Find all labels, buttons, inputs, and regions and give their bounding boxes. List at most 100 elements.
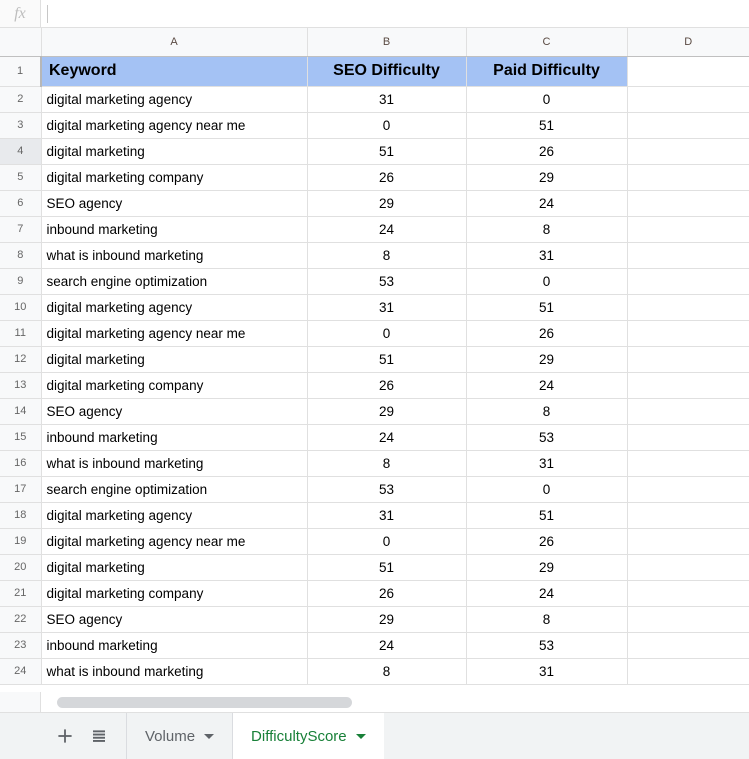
select-all-corner[interactable] — [0, 28, 41, 56]
cell-c2[interactable]: 0 — [466, 86, 627, 112]
cell-c5[interactable]: 29 — [466, 164, 627, 190]
row-header-9[interactable]: 9 — [0, 268, 41, 294]
cell-b21[interactable]: 26 — [307, 580, 466, 606]
add-sheet-button[interactable] — [48, 719, 82, 753]
row-header-24[interactable]: 24 — [0, 658, 41, 684]
cell-d19[interactable] — [627, 528, 749, 554]
cell-d14[interactable] — [627, 398, 749, 424]
cell-b9[interactable]: 53 — [307, 268, 466, 294]
row-header-2[interactable]: 2 — [0, 86, 41, 112]
cell-a10[interactable]: digital marketing agency — [41, 294, 307, 320]
cell-c10[interactable]: 51 — [466, 294, 627, 320]
row-header-10[interactable]: 10 — [0, 294, 41, 320]
cell-d7[interactable] — [627, 216, 749, 242]
cell-a1[interactable]: Keyword — [41, 56, 307, 86]
row-header-4[interactable]: 4 — [0, 138, 41, 164]
cell-a4[interactable]: digital marketing — [41, 138, 307, 164]
cell-a9[interactable]: search engine optimization — [41, 268, 307, 294]
row-header-17[interactable]: 17 — [0, 476, 41, 502]
column-header-b[interactable]: B — [307, 28, 466, 56]
cell-c22[interactable]: 8 — [466, 606, 627, 632]
row-header-22[interactable]: 22 — [0, 606, 41, 632]
column-header-a[interactable]: A — [41, 28, 307, 56]
cell-a20[interactable]: digital marketing — [41, 554, 307, 580]
cell-d18[interactable] — [627, 502, 749, 528]
cell-d5[interactable] — [627, 164, 749, 190]
chevron-down-icon[interactable] — [204, 734, 214, 739]
cell-c1[interactable]: Paid Difficulty — [466, 56, 627, 86]
cell-a21[interactable]: digital marketing company — [41, 580, 307, 606]
cell-c24[interactable]: 31 — [466, 658, 627, 684]
all-sheets-button[interactable] — [82, 719, 116, 753]
row-header-12[interactable]: 12 — [0, 346, 41, 372]
cell-b19[interactable]: 0 — [307, 528, 466, 554]
row-header-15[interactable]: 15 — [0, 424, 41, 450]
cell-b15[interactable]: 24 — [307, 424, 466, 450]
formula-input[interactable] — [41, 0, 749, 27]
cell-a18[interactable]: digital marketing agency — [41, 502, 307, 528]
cell-c3[interactable]: 51 — [466, 112, 627, 138]
sheet-tab-difficultyscore[interactable]: DifficultyScore — [233, 713, 384, 759]
cell-c18[interactable]: 51 — [466, 502, 627, 528]
cell-b16[interactable]: 8 — [307, 450, 466, 476]
cell-b10[interactable]: 31 — [307, 294, 466, 320]
cell-a15[interactable]: inbound marketing — [41, 424, 307, 450]
cell-c13[interactable]: 24 — [466, 372, 627, 398]
cell-d11[interactable] — [627, 320, 749, 346]
row-header-5[interactable]: 5 — [0, 164, 41, 190]
sheet-tab-volume[interactable]: Volume — [127, 713, 233, 759]
cell-b2[interactable]: 31 — [307, 86, 466, 112]
cell-c7[interactable]: 8 — [466, 216, 627, 242]
cell-b24[interactable]: 8 — [307, 658, 466, 684]
cell-b17[interactable]: 53 — [307, 476, 466, 502]
cell-b7[interactable]: 24 — [307, 216, 466, 242]
cell-c9[interactable]: 0 — [466, 268, 627, 294]
cell-d10[interactable] — [627, 294, 749, 320]
cell-a16[interactable]: what is inbound marketing — [41, 450, 307, 476]
cell-c19[interactable]: 26 — [466, 528, 627, 554]
cell-a7[interactable]: inbound marketing — [41, 216, 307, 242]
cell-d6[interactable] — [627, 190, 749, 216]
cell-d13[interactable] — [627, 372, 749, 398]
cell-d23[interactable] — [627, 632, 749, 658]
cell-c4[interactable]: 26 — [466, 138, 627, 164]
cell-b23[interactable]: 24 — [307, 632, 466, 658]
cell-d4[interactable] — [627, 138, 749, 164]
cell-c12[interactable]: 29 — [466, 346, 627, 372]
cell-c17[interactable]: 0 — [466, 476, 627, 502]
row-header-7[interactable]: 7 — [0, 216, 41, 242]
cell-d21[interactable] — [627, 580, 749, 606]
row-header-14[interactable]: 14 — [0, 398, 41, 424]
cell-b8[interactable]: 8 — [307, 242, 466, 268]
cell-d1[interactable] — [627, 56, 749, 86]
cell-b20[interactable]: 51 — [307, 554, 466, 580]
cell-b22[interactable]: 29 — [307, 606, 466, 632]
cell-b14[interactable]: 29 — [307, 398, 466, 424]
function-button[interactable]: fx — [0, 0, 41, 27]
row-header-6[interactable]: 6 — [0, 190, 41, 216]
cell-a8[interactable]: what is inbound marketing — [41, 242, 307, 268]
row-header-16[interactable]: 16 — [0, 450, 41, 476]
cell-d12[interactable] — [627, 346, 749, 372]
cell-a23[interactable]: inbound marketing — [41, 632, 307, 658]
column-header-d[interactable]: D — [627, 28, 749, 56]
cell-a3[interactable]: digital marketing agency near me — [41, 112, 307, 138]
cell-b18[interactable]: 31 — [307, 502, 466, 528]
cell-a6[interactable]: SEO agency — [41, 190, 307, 216]
spreadsheet-grid[interactable]: A B C D 1 Keyword SEO Difficulty Paid Di… — [0, 28, 749, 692]
cell-d15[interactable] — [627, 424, 749, 450]
row-header-1[interactable]: 1 — [0, 56, 41, 86]
cell-b12[interactable]: 51 — [307, 346, 466, 372]
row-header-21[interactable]: 21 — [0, 580, 41, 606]
cell-c20[interactable]: 29 — [466, 554, 627, 580]
cell-a17[interactable]: search engine optimization — [41, 476, 307, 502]
cell-a22[interactable]: SEO agency — [41, 606, 307, 632]
row-header-18[interactable]: 18 — [0, 502, 41, 528]
cell-c21[interactable]: 24 — [466, 580, 627, 606]
cell-a2[interactable]: digital marketing agency — [41, 86, 307, 112]
cell-c8[interactable]: 31 — [466, 242, 627, 268]
cell-b6[interactable]: 29 — [307, 190, 466, 216]
cell-d2[interactable] — [627, 86, 749, 112]
row-header-19[interactable]: 19 — [0, 528, 41, 554]
cell-b11[interactable]: 0 — [307, 320, 466, 346]
